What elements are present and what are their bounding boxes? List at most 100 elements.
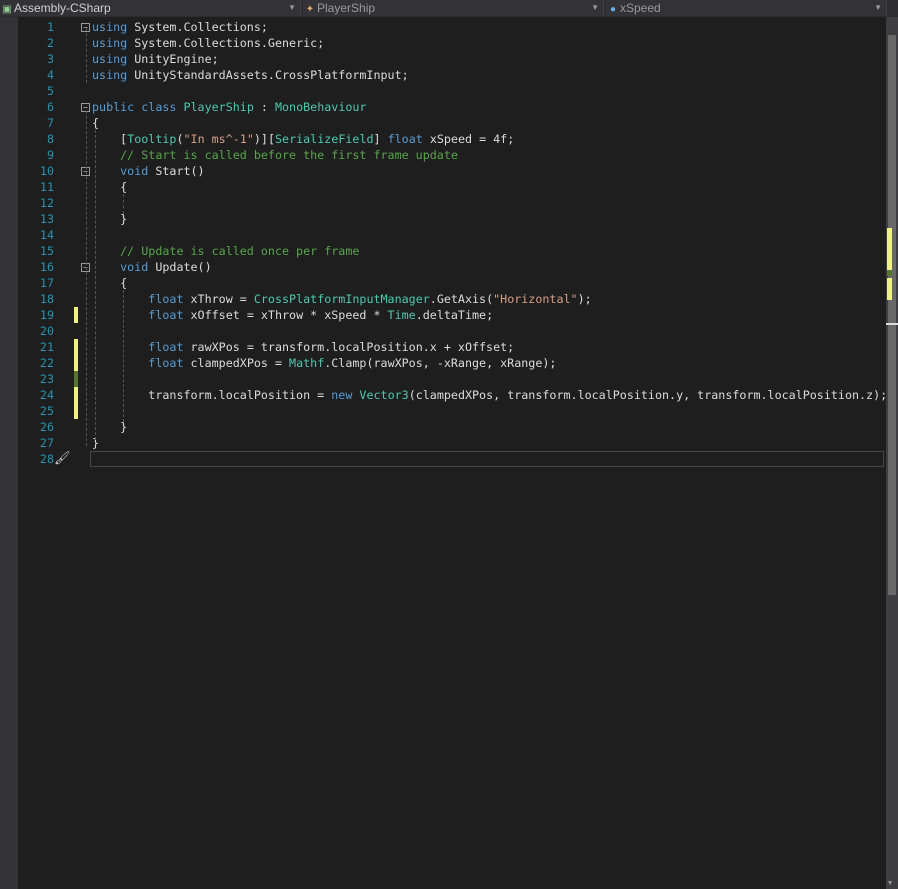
code-line[interactable]: 2 using System.Collections.Generic;: [18, 35, 886, 51]
code-line[interactable]: 27}: [18, 435, 886, 451]
code-line[interactable]: 8 [Tooltip("In ms^-1")][SerializeField] …: [18, 131, 886, 147]
code-line[interactable]: 17 {: [18, 275, 886, 291]
code-line[interactable]: 22 float clampedXPos = Mathf.Clamp(rawXP…: [18, 355, 886, 371]
scroll-down-arrow[interactable]: ▼: [888, 879, 892, 887]
code-line[interactable]: 15 // Update is called once per frame: [18, 243, 886, 259]
code-token: ]: [373, 132, 388, 146]
code-line[interactable]: 25: [18, 403, 886, 419]
project-dropdown[interactable]: ▣ Assembly-CSharp ▼: [0, 0, 301, 16]
code-token: clampedXPos =: [183, 356, 290, 370]
code-text: float xOffset = xThrow * xSpeed * Time.d…: [92, 307, 493, 323]
code-token: System.Collections;: [127, 20, 268, 34]
code-token: Start(): [148, 164, 205, 178]
navigation-bar: ▣ Assembly-CSharp ▼ ✦ PlayerShip ▼ ● xSpeed ▼: [0, 0, 898, 17]
vertical-scrollbar[interactable]: ▼: [886, 17, 898, 889]
changed-line-marker: [74, 339, 78, 355]
quick-actions-brush-icon[interactable]: 🖌: [54, 451, 71, 466]
code-token: float: [92, 356, 184, 370]
code-token: Update(): [148, 260, 212, 274]
code-line[interactable]: 16− void Update(): [18, 259, 886, 275]
code-line[interactable]: 14: [18, 227, 886, 243]
code-text: // Start is called before the first fram…: [92, 147, 458, 163]
code-editor[interactable]: 1− using System.Collections; 2 using System…: [18, 19, 887, 467]
code-text: public class PlayerShip : MonoBehaviour: [92, 99, 366, 115]
code-line[interactable]: 11 {: [18, 179, 886, 195]
code-line[interactable]: 5: [18, 83, 886, 99]
line-number: 22: [39, 356, 54, 370]
code-token: // Start is called before the first fram…: [92, 148, 458, 162]
code-token: void: [92, 260, 149, 274]
code-token: }: [92, 212, 128, 226]
code-token: rawXPos = transform.localPosition.x + xO…: [183, 340, 515, 354]
line-number: 13: [39, 212, 54, 226]
code-token: MonoBehaviour: [274, 100, 367, 114]
class-icon: ✦: [305, 4, 315, 15]
code-token: "In ms^-1": [183, 132, 254, 146]
scrollbar-thumb[interactable]: [888, 35, 896, 595]
code-line[interactable]: 20: [18, 323, 886, 339]
code-token: {: [92, 116, 100, 130]
class-dropdown[interactable]: ✦ PlayerShip ▼: [303, 0, 604, 16]
line-number: 3: [46, 52, 54, 66]
code-line[interactable]: 10− void Start(): [18, 163, 886, 179]
saved-marker: [887, 270, 892, 276]
code-text: // Update is called once per frame: [92, 243, 359, 259]
code-token: )][: [253, 132, 275, 146]
code-text: void Start(): [92, 163, 205, 179]
code-line[interactable]: 1− using System.Collections;: [18, 19, 886, 35]
code-token: PlayerShip: [183, 100, 254, 114]
code-line[interactable]: 13 }: [18, 211, 886, 227]
code-token: UnityStandardAssets.CrossPlatformInput;: [127, 68, 409, 82]
code-token: float: [92, 308, 184, 322]
indent-guide: [123, 194, 124, 214]
line-number: 25: [39, 404, 54, 418]
field-icon: ●: [609, 4, 617, 15]
chevron-down-icon: ▼: [288, 3, 296, 12]
line-number: 6: [46, 100, 54, 114]
code-token: [: [92, 132, 128, 146]
code-token: xSpeed = 4f;: [422, 132, 515, 146]
code-token: void: [92, 164, 149, 178]
changed-line-marker: [74, 387, 78, 403]
code-line[interactable]: 6− public class PlayerShip : MonoBehaviou…: [18, 99, 886, 115]
line-number: 16: [39, 260, 54, 274]
code-line[interactable]: 12: [18, 195, 886, 211]
code-text: void Update(): [92, 259, 212, 275]
line-number: 1: [46, 20, 54, 34]
line-number: 15: [39, 244, 54, 258]
line-number: 24: [39, 388, 54, 402]
code-line[interactable]: 23: [18, 371, 886, 387]
line-number: 23: [39, 372, 54, 386]
code-text: {: [92, 179, 127, 195]
code-text: using UnityEngine;: [92, 51, 219, 67]
class-name: PlayerShip: [317, 1, 376, 15]
code-token: float: [387, 132, 423, 146]
code-line[interactable]: 26 }: [18, 419, 886, 435]
project-name: Assembly-CSharp: [14, 1, 111, 15]
code-line[interactable]: 3 using UnityEngine;: [18, 51, 886, 67]
code-line[interactable]: 7{: [18, 115, 886, 131]
code-token: );: [577, 292, 592, 306]
change-marker: [887, 228, 892, 270]
code-token: public class: [92, 100, 184, 114]
fold-guide: [86, 111, 87, 446]
changed-line-marker: [74, 307, 78, 323]
code-token: new: [331, 388, 353, 402]
line-number: 14: [39, 228, 54, 242]
member-dropdown[interactable]: ● xSpeed ▼: [606, 0, 887, 16]
code-token: using: [92, 68, 128, 82]
chevron-down-icon: ▼: [591, 3, 599, 12]
code-line[interactable]: 21 float rawXPos = transform.localPositi…: [18, 339, 886, 355]
code-token: (: [176, 132, 184, 146]
editor-left-margin: [0, 17, 18, 889]
code-token: "Horizontal": [493, 292, 578, 306]
code-text: float clampedXPos = Mathf.Clamp(rawXPos,…: [92, 355, 556, 371]
line-number: 9: [46, 148, 54, 162]
code-line[interactable]: 18 float xThrow = CrossPlatformInputMana…: [18, 291, 886, 307]
code-line[interactable]: 4 using UnityStandardAssets.CrossPlatform…: [18, 67, 886, 83]
code-line[interactable]: 9 // Start is called before the first fr…: [18, 147, 886, 163]
code-line[interactable]: 24 transform.localPosition = new Vector3…: [18, 387, 887, 403]
code-token: SerializeField: [275, 132, 374, 146]
code-line[interactable]: 19 float xOffset = xThrow * xSpeed * Tim…: [18, 307, 886, 323]
code-token: System.Collections.Generic;: [127, 36, 325, 50]
